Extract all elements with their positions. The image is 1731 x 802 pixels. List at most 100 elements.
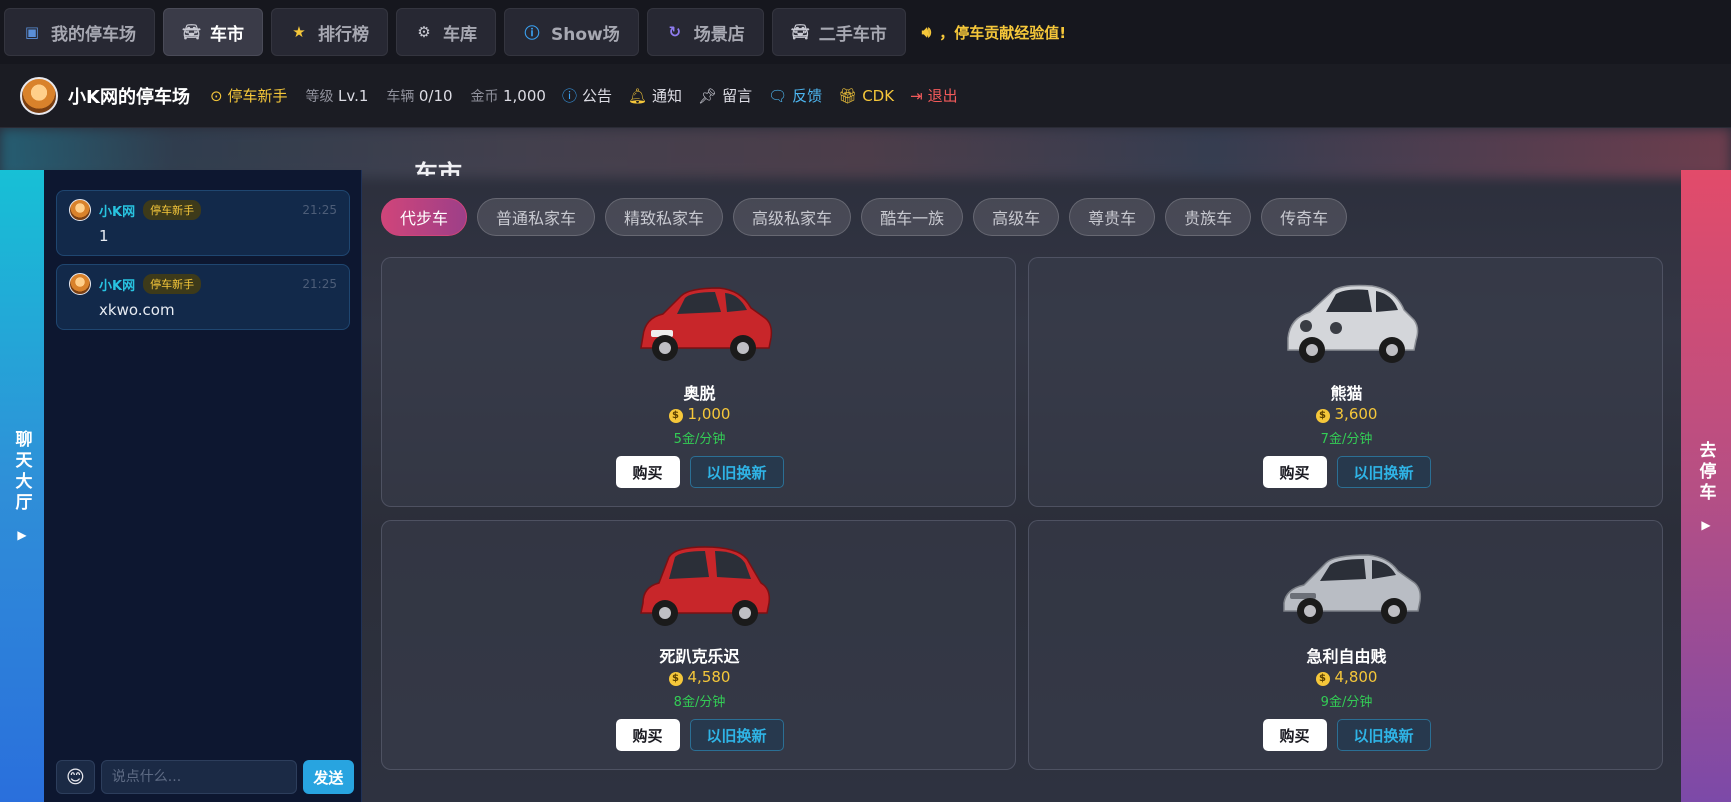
announcement-text: ，停车贡献经验值! [939, 23, 1067, 42]
level-stat: 等级 Lv.1 [306, 86, 369, 106]
car-rate: 5金/分钟 [673, 432, 726, 447]
message-header: 小K网 停车新手 21:25 [69, 273, 337, 295]
link-cdk[interactable]: 🎁︎ CDK [838, 87, 894, 105]
rank-badge: ⊙ 停车新手 [210, 85, 288, 106]
car-image [1287, 284, 1419, 363]
nav-label: 二手车市 [818, 24, 887, 45]
vehicles-stat: 车辆 0/10 [386, 86, 452, 106]
link-messages[interactable]: 📌︎ 留言 [698, 85, 752, 106]
rank-icon: ⊙ [209, 86, 223, 105]
tab-noble[interactable]: 贵族车 [1165, 198, 1252, 236]
speaker-icon: 🔊︎ [921, 23, 932, 41]
rank-badge: 停车新手 [143, 200, 202, 220]
send-button[interactable]: 发送 [302, 760, 354, 794]
buy-button[interactable]: 购买 [1262, 456, 1327, 488]
car-name: 死趴克乐迟 [659, 647, 740, 666]
nav-garage[interactable]: ⚙ 车库 [396, 8, 496, 56]
message-user[interactable]: 小K网 [99, 201, 135, 220]
chat-input-row: 😊 发送 [56, 760, 354, 794]
chat-hall-label: 聊天大厅 [11, 430, 32, 514]
card-actions: 购买 以旧换新 [382, 719, 1017, 751]
nav-car-market[interactable]: 🚘︎ 车市 [163, 8, 263, 56]
car-name: 急利自由贱 [1306, 647, 1387, 666]
gift-icon: 🎁︎ [838, 86, 858, 105]
car-rate: 9金/分钟 [1320, 695, 1373, 710]
tab-refined-private[interactable]: 精致私家车 [605, 198, 724, 236]
nav-scene-shop[interactable]: ↻ 场景店 [646, 8, 764, 56]
car-price: $4,800 [1029, 668, 1664, 686]
link-logout[interactable]: ⇥ 退出 [910, 85, 958, 106]
price-value: 4,580 [687, 668, 731, 686]
car-name: 熊猫 [1330, 384, 1363, 403]
tab-luxury[interactable]: 高级车 [973, 198, 1060, 236]
info-icon: ⓘ [561, 87, 577, 105]
link-announcement[interactable]: ⓘ 公告 [562, 85, 612, 106]
pin-icon: 📌︎ [698, 86, 718, 105]
link-label: CDK [862, 86, 895, 105]
message-text: xkwo.com [99, 301, 175, 319]
card-actions: 购买 以旧换新 [1029, 719, 1664, 751]
car-icon: 🚘︎ [790, 23, 810, 41]
buy-button[interactable]: 购买 [615, 719, 680, 751]
nav-label: 车库 [443, 24, 477, 45]
gold-value: 1,000 [502, 86, 546, 105]
card-actions: 购买 以旧换新 [1029, 456, 1664, 488]
play-arrow-icon: ▶ [1701, 517, 1711, 532]
announcement: 🔊︎ ，停车贡献经验值! [922, 22, 1066, 43]
message-user[interactable]: 小K网 [99, 275, 135, 294]
trade-in-button[interactable]: 以旧换新 [689, 456, 784, 488]
nav-leaderboard[interactable]: ★ 排行榜 [271, 8, 388, 56]
parking-icon: ▣ [24, 23, 40, 41]
tab-legendary[interactable]: 传奇车 [1261, 198, 1348, 236]
link-label: 通知 [652, 87, 683, 105]
buy-button[interactable]: 购买 [1262, 719, 1327, 751]
link-feedback[interactable]: 🗨︎ 反馈 [768, 85, 822, 106]
status-bar: 小K网的停车场 ⊙ 停车新手 等级 Lv.1 车辆 0/10 金币 1,000 … [0, 64, 1731, 128]
car-image [640, 546, 771, 626]
nav-used-cars[interactable]: 🚘︎ 二手车市 [771, 8, 906, 56]
car-icon: 🚘︎ [182, 23, 202, 41]
gold-label: 金币 [470, 88, 499, 105]
refresh-icon: ↻ [668, 23, 682, 41]
trade-in-button[interactable]: 以旧换新 [1336, 719, 1431, 751]
tab-commuter[interactable]: 代步车 [381, 198, 468, 236]
tab-regular-private[interactable]: 普通私家车 [477, 198, 596, 236]
price-value: 3,600 [1334, 405, 1378, 423]
trade-in-button[interactable]: 以旧换新 [689, 719, 784, 751]
chat-icon: 🗨︎ [768, 86, 788, 105]
car-card: 熊猫 $3,600 7金/分钟 购买 以旧换新 [1028, 257, 1663, 507]
car-card: 死趴克乐迟 $4,580 8金/分钟 购买 以旧换新 [381, 520, 1016, 770]
coin-icon: $ [668, 409, 683, 423]
site-name: 小K网的停车场 [68, 86, 190, 108]
buy-button[interactable]: 购买 [615, 456, 680, 488]
tab-premium-private[interactable]: 高级私家车 [733, 198, 852, 236]
coin-icon: $ [1315, 672, 1330, 686]
car-price: $4,580 [382, 668, 1017, 686]
tab-prestige[interactable]: 尊贵车 [1069, 198, 1156, 236]
car-card: 急利自由贱 $4,800 9金/分钟 购买 以旧换新 [1028, 520, 1663, 770]
info-icon: ⓘ [524, 23, 540, 42]
message-text: 1 [99, 227, 109, 245]
message-time: 21:25 [302, 203, 337, 217]
chat-input[interactable] [100, 760, 297, 794]
chat-hall-tab[interactable]: 聊天大厅 ▶ [0, 170, 44, 802]
chat-message: 小K网 停车新手 21:25 xkwo.com [56, 264, 350, 330]
link-label: 公告 [581, 87, 612, 105]
nav-show[interactable]: ⓘ Show场 [504, 8, 639, 56]
avatar[interactable] [20, 76, 58, 115]
rank-badge: 停车新手 [143, 274, 202, 294]
nav-my-parking[interactable]: ▣ 我的停车场 [4, 8, 155, 56]
chat-panel: 小K网 停车新手 21:25 1 小K网 停车新手 21:25 xkwo.com… [44, 170, 362, 802]
car-price: $3,600 [1029, 405, 1664, 423]
tab-cool-cars[interactable]: 酷车一族 [861, 198, 964, 236]
coin-icon: $ [668, 672, 683, 686]
gear-icon: ⚙ [417, 23, 431, 41]
market-title: 车市 [414, 160, 462, 176]
emoji-button[interactable]: 😊 [56, 760, 95, 794]
car-rate: 8金/分钟 [673, 695, 726, 710]
link-notifications[interactable]: 🔔︎ 通知 [628, 85, 682, 106]
go-park-tab[interactable]: 去停车 ▶ [1681, 170, 1731, 802]
link-label: 反馈 [792, 87, 823, 105]
category-tabs: 代步车 普通私家车 精致私家车 高级私家车 酷车一族 高级车 尊贵车 贵族车 传… [381, 198, 1348, 236]
trade-in-button[interactable]: 以旧换新 [1336, 456, 1431, 488]
